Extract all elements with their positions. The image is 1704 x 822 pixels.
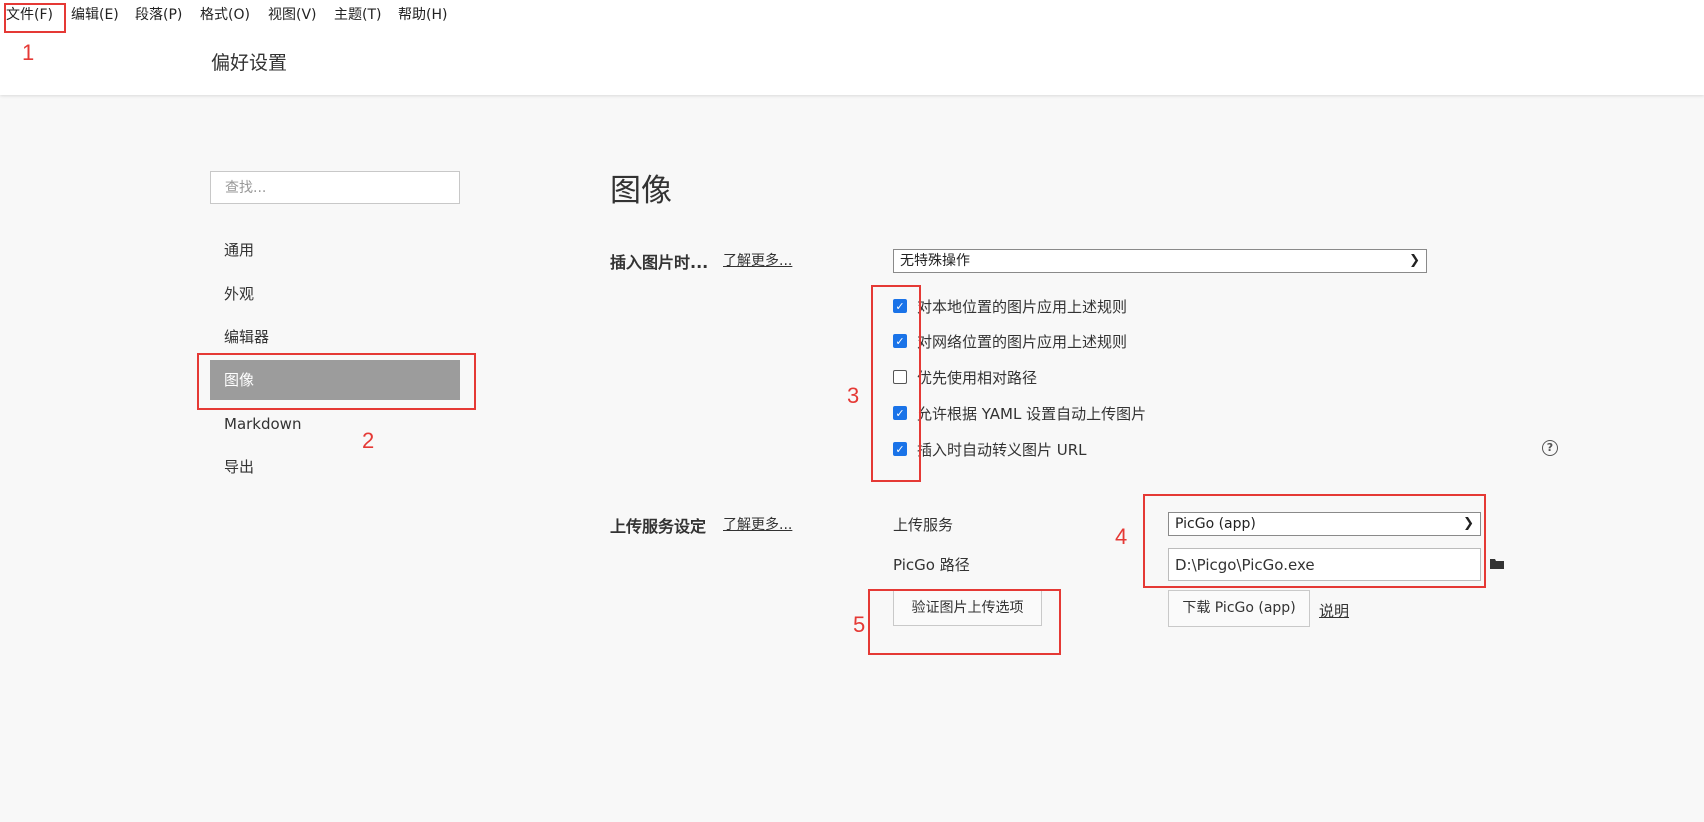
explain-link[interactable]: 说明	[1319, 600, 1349, 621]
menu-edit[interactable]: 编辑(E)	[71, 5, 119, 25]
insert-image-action-value: 无特殊操作	[900, 253, 970, 269]
annotation-box-3	[871, 285, 921, 482]
insert-image-label: 插入图片时...	[610, 253, 709, 272]
annotation-number-1: 1	[22, 40, 35, 65]
annotation-box-1	[4, 3, 66, 33]
menu-format[interactable]: 格式(O)	[200, 5, 250, 25]
sidebar-item-general[interactable]: 通用	[210, 230, 460, 270]
sidebar-item-appearance[interactable]: 外观	[210, 274, 460, 314]
checkbox-label: 对网络位置的图片应用上述规则	[917, 333, 1128, 351]
chevron-down-icon: ❯	[1409, 253, 1420, 268]
folder-icon[interactable]	[1490, 558, 1504, 569]
page-title: 偏好设置	[211, 52, 288, 74]
checkbox-label: 优先使用相对路径	[917, 369, 1038, 387]
sidebar-item-markdown[interactable]: Markdown	[210, 404, 460, 444]
checkbox-label: 插入时自动转义图片 URL	[917, 441, 1087, 459]
menu-paragraph[interactable]: 段落(P)	[135, 5, 182, 25]
annotation-number-3: 3	[847, 383, 860, 408]
menu-theme[interactable]: 主题(T)	[334, 5, 381, 25]
annotation-number-5: 5	[853, 612, 866, 637]
checkbox-label: 对本地位置的图片应用上述规则	[917, 298, 1128, 316]
upload-learn-more-link[interactable]: 了解更多...	[723, 514, 792, 534]
download-picgo-button[interactable]: 下载 PicGo (app)	[1168, 590, 1310, 627]
checkbox-label: 允许根据 YAML 设置自动上传图片	[917, 405, 1147, 423]
picgo-path-label: PicGo 路径	[893, 556, 970, 574]
menu-view[interactable]: 视图(V)	[268, 5, 317, 25]
annotation-number-2: 2	[362, 428, 375, 453]
insert-image-action-select[interactable]: 无特殊操作 ❯	[893, 249, 1427, 273]
section-title: 图像	[610, 173, 672, 209]
annotation-box-4	[1143, 494, 1486, 588]
sidebar-item-export[interactable]: 导出	[210, 447, 460, 487]
upload-service-label: 上传服务	[893, 516, 954, 534]
sidebar-item-editor[interactable]: 编辑器	[210, 317, 460, 357]
upload-settings-label: 上传服务设定	[610, 517, 707, 536]
question-circle-icon[interactable]: ?	[1542, 440, 1558, 456]
top-bar: 文件(F) 编辑(E) 段落(P) 格式(O) 视图(V) 主题(T) 帮助(H…	[0, 0, 1704, 95]
annotation-box-2	[197, 353, 476, 410]
insert-image-learn-more-link[interactable]: 了解更多...	[723, 250, 792, 270]
annotation-box-5	[868, 589, 1061, 655]
menu-help[interactable]: 帮助(H)	[398, 5, 447, 25]
annotation-number-4: 4	[1115, 524, 1128, 549]
search-input[interactable]	[210, 171, 460, 204]
